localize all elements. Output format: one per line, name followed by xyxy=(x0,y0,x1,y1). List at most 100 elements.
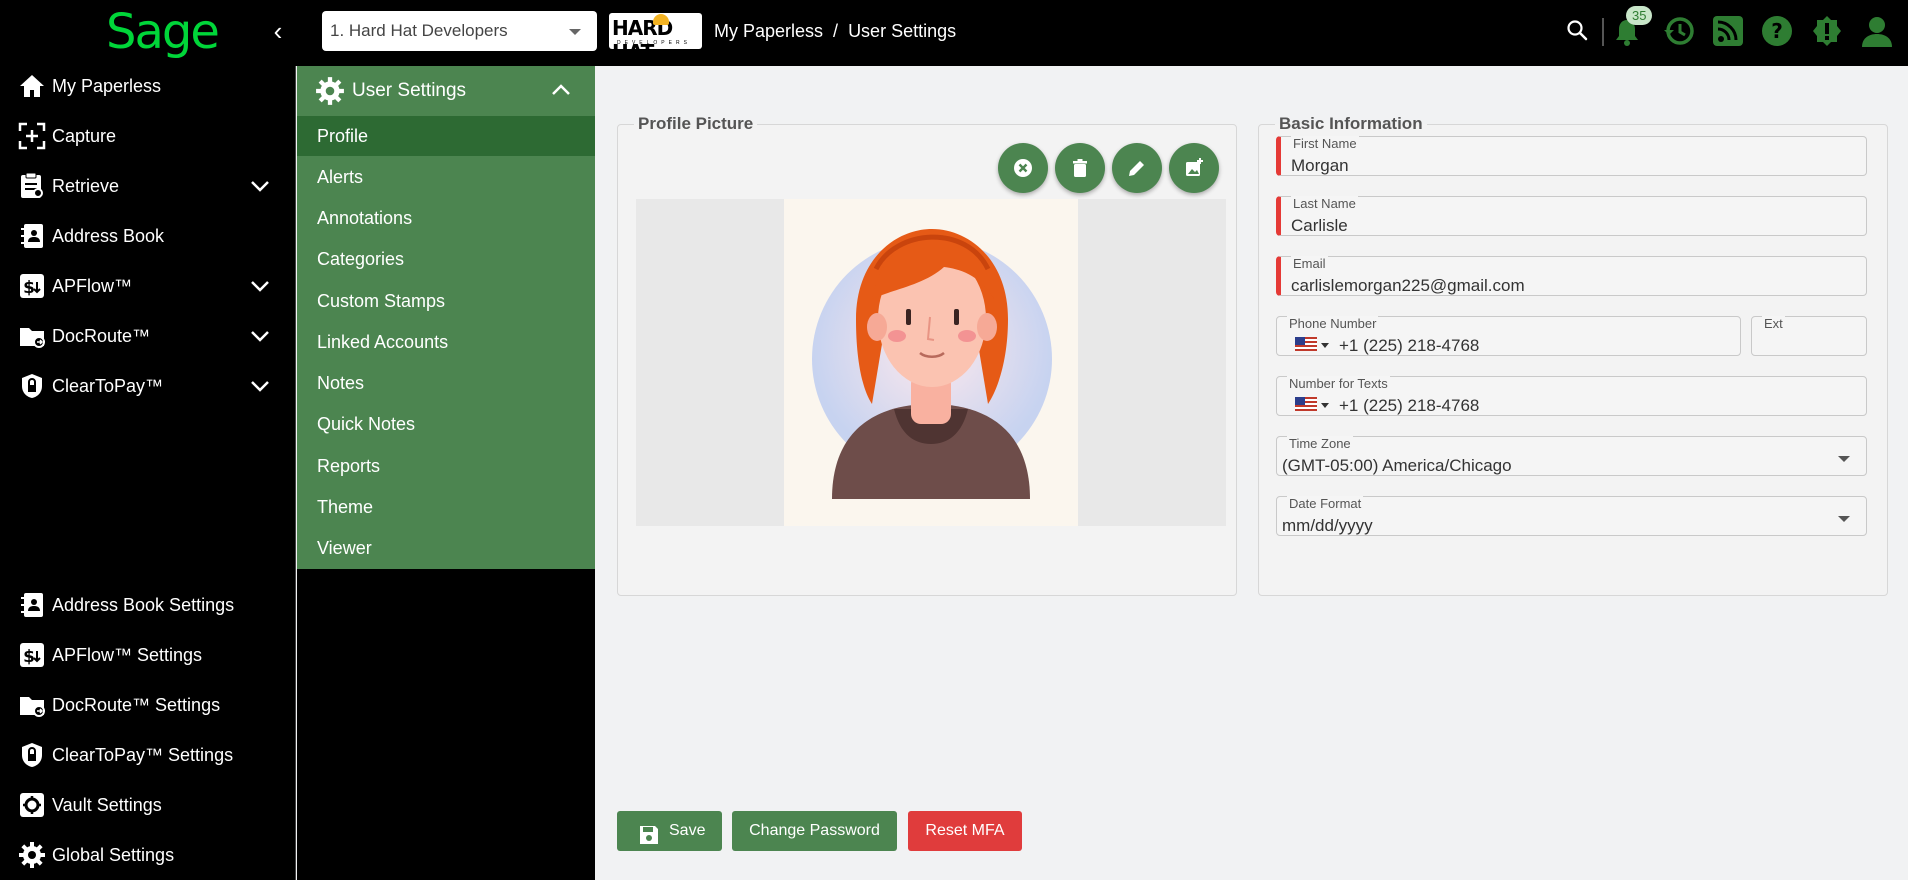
svg-text:$: $ xyxy=(23,278,35,298)
us-flag-icon[interactable] xyxy=(1295,397,1317,411)
chevron-down-icon xyxy=(1838,516,1850,522)
number-for-texts-label: Number for Texts xyxy=(1287,376,1390,391)
sidebar-item-label: DocRoute™ xyxy=(52,326,151,346)
us-flag-icon[interactable] xyxy=(1295,337,1317,351)
save-label: Save xyxy=(669,822,706,839)
email-value: carlislemorgan225@gmail.com xyxy=(1291,276,1525,295)
subnav-item-theme[interactable]: Theme xyxy=(297,487,595,527)
gear-icon xyxy=(315,76,345,112)
company-logo: HARD HAT DEVELOPERS xyxy=(609,13,702,64)
cleartopay-icon xyxy=(18,372,46,400)
phone-number-label: Phone Number xyxy=(1287,316,1379,331)
sidebar-item-capture[interactable]: Capture xyxy=(0,116,296,156)
svg-text:$: $ xyxy=(23,647,35,667)
sidebar-item-label: APFlow™ Settings xyxy=(52,645,203,665)
user-icon[interactable] xyxy=(1860,14,1894,53)
company-logo-subtext: DEVELOPERS xyxy=(617,40,691,46)
sidebar-item-vault-settings[interactable]: Vault Settings xyxy=(0,785,296,825)
subnav-item-custom-stamps[interactable]: Custom Stamps xyxy=(297,281,595,321)
number-for-texts-value: +1 (225) 218-4768 xyxy=(1339,396,1480,415)
first-name-field[interactable]: First Name Morgan xyxy=(1276,136,1867,176)
ext-label: Ext xyxy=(1762,316,1785,331)
sidebar-item-label: ClearToPay™ Settings xyxy=(52,745,234,765)
sidebar-item-docroute-settings[interactable]: DocRoute™ Settings xyxy=(0,685,296,725)
sidebar-item-address-book[interactable]: Address Book xyxy=(0,216,296,256)
home-icon xyxy=(18,72,46,100)
save-button[interactable]: Save xyxy=(617,811,722,851)
chevron-down-icon xyxy=(250,178,270,194)
phone-number-field[interactable]: Phone Number +1 (225) 218-4768 xyxy=(1276,316,1741,356)
email-label: Email xyxy=(1291,256,1328,271)
vault-gear-icon xyxy=(18,791,46,819)
rss-icon[interactable] xyxy=(1712,14,1744,53)
first-name-value: Morgan xyxy=(1291,156,1349,175)
sidebar-item-apflow-settings[interactable]: $ APFlow™ Settings xyxy=(0,635,296,675)
subnav-header-user-settings[interactable]: User Settings xyxy=(297,66,595,116)
delete-button[interactable] xyxy=(1055,143,1105,193)
hard-hat-icon xyxy=(653,14,669,25)
edit-button[interactable] xyxy=(1112,143,1162,193)
sidebar-item-retrieve[interactable]: Retrieve xyxy=(0,166,296,206)
email-field[interactable]: Email carlislemorgan225@gmail.com xyxy=(1276,256,1867,296)
help-icon[interactable]: ? xyxy=(1760,14,1794,53)
company-select[interactable]: 1. Hard Hat Developers xyxy=(322,11,597,51)
subnav-item-viewer[interactable]: Viewer xyxy=(297,528,595,568)
address-book-icon xyxy=(18,222,46,250)
chevron-down-icon xyxy=(1838,456,1850,462)
company-select-value: 1. Hard Hat Developers xyxy=(330,21,508,40)
settings-subnav: User Settings Profile Alerts Annotations… xyxy=(297,66,595,880)
alert-icon[interactable] xyxy=(1810,14,1844,53)
basic-information-legend: Basic Information xyxy=(1279,114,1423,133)
change-password-button[interactable]: Change Password xyxy=(732,811,897,851)
reset-mfa-button[interactable]: Reset MFA xyxy=(908,811,1022,851)
subnav-item-reports[interactable]: Reports xyxy=(297,446,595,486)
subnav-item-alerts[interactable]: Alerts xyxy=(297,157,595,197)
main-content: Profile Picture Basic Information First … xyxy=(596,66,1908,880)
collapse-sidebar-button[interactable]: ‹ xyxy=(266,17,290,45)
apflow-icon: $ xyxy=(18,641,46,669)
sidebar-item-label: Address Book Settings xyxy=(52,595,235,615)
profile-picture-legend: Profile Picture xyxy=(638,114,754,133)
sidebar-item-label: APFlow™ xyxy=(52,276,133,296)
sidebar-item-global-settings[interactable]: Global Settings xyxy=(0,835,296,875)
sidebar-item-label: My Paperless xyxy=(52,76,162,96)
sidebar-item-apflow[interactable]: $ APFlow™ xyxy=(0,266,296,306)
sidebar-item-label: Retrieve xyxy=(52,176,120,196)
chevron-down-icon xyxy=(250,328,270,344)
subnav-item-quick-notes[interactable]: Quick Notes xyxy=(297,404,595,444)
subnav-item-categories[interactable]: Categories xyxy=(297,239,595,279)
sidebar-item-my-paperless[interactable]: My Paperless xyxy=(0,66,296,106)
chevron-up-icon xyxy=(551,82,571,104)
breadcrumb-my-paperless[interactable]: My Paperless xyxy=(714,21,823,41)
phone-number-value: +1 (225) 218-4768 xyxy=(1339,336,1480,355)
subnav-item-notes[interactable]: Notes xyxy=(297,363,595,403)
chevron-down-icon xyxy=(250,378,270,394)
last-name-field[interactable]: Last Name Carlisle xyxy=(1276,196,1867,236)
subnav-item-linked-accounts[interactable]: Linked Accounts xyxy=(297,322,595,362)
subnav-item-annotations[interactable]: Annotations xyxy=(297,198,595,238)
toolbar-divider xyxy=(1602,18,1604,46)
search-icon[interactable] xyxy=(1565,18,1589,47)
sage-logo[interactable]: Sage xyxy=(106,4,220,60)
add-photo-button[interactable] xyxy=(1169,143,1219,193)
date-format-select[interactable]: Date Format mm/dd/yyyy xyxy=(1276,496,1867,536)
cancel-button[interactable] xyxy=(998,143,1048,193)
cleartopay-icon xyxy=(18,741,46,769)
number-for-texts-field[interactable]: Number for Texts +1 (225) 218-4768 xyxy=(1276,376,1867,416)
time-zone-select[interactable]: Time Zone (GMT-05:00) America/Chicago xyxy=(1276,436,1867,476)
subnav-item-profile[interactable]: Profile xyxy=(297,116,595,156)
chevron-down-icon xyxy=(569,29,581,35)
history-icon[interactable] xyxy=(1662,14,1696,53)
sidebar-item-docroute[interactable]: DocRoute™ xyxy=(0,316,296,356)
retrieve-icon xyxy=(18,172,46,200)
sidebar-item-label: Capture xyxy=(52,126,117,146)
breadcrumb-user-settings: User Settings xyxy=(848,21,957,41)
sidebar-item-address-book-settings[interactable]: Address Book Settings xyxy=(0,585,296,625)
ext-field[interactable]: Ext xyxy=(1751,316,1867,356)
last-name-label: Last Name xyxy=(1291,196,1358,211)
apflow-icon: $ xyxy=(18,272,46,300)
sidebar-item-label: Vault Settings xyxy=(52,795,162,815)
sidebar-item-label: DocRoute™ Settings xyxy=(52,695,221,715)
sidebar-item-cleartopay-settings[interactable]: ClearToPay™ Settings xyxy=(0,735,296,775)
sidebar-item-cleartopay[interactable]: ClearToPay™ xyxy=(0,366,296,406)
